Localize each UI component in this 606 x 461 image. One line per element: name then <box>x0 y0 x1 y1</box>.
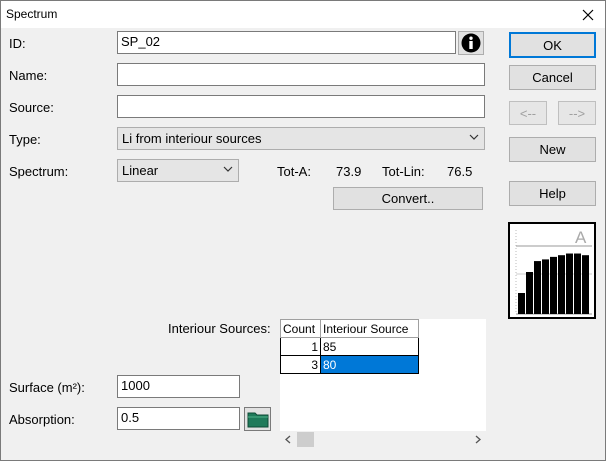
absorption-label: Absorption: <box>9 412 75 427</box>
spectrum-bar <box>558 255 565 314</box>
spectrum-bar <box>518 293 525 314</box>
chevron-left-icon[interactable] <box>284 435 292 444</box>
spectrum-bar <box>566 253 573 314</box>
title-bar: Spectrum <box>1 1 605 28</box>
absorption-value: 0.5 <box>121 410 140 425</box>
spectrum-bar <box>534 261 541 314</box>
id-field[interactable]: SP_02 <box>117 31 456 54</box>
chevron-down-icon <box>469 134 479 140</box>
spectrum-dialog: Spectrum ID: SP_02 Name: Source: Type: L… <box>0 0 606 461</box>
totlin-label: Tot-Lin: <box>382 164 425 179</box>
cancel-button[interactable]: Cancel <box>509 65 596 90</box>
spectrum-bar <box>550 256 557 314</box>
spectrum-preview: A <box>508 222 596 319</box>
spectrum-dropdown[interactable]: Linear <box>117 159 239 182</box>
spectrum-bar <box>582 255 589 314</box>
horizontal-scrollbar[interactable] <box>280 431 486 448</box>
absorption-field[interactable]: 0.5 <box>117 407 240 430</box>
spectrum-bar <box>542 259 549 314</box>
weighting-letter: A <box>575 228 587 247</box>
table-row[interactable]: 3 80 <box>280 355 419 374</box>
convert-button[interactable]: Convert.. <box>333 187 483 210</box>
folder-icon <box>247 412 268 428</box>
surface-label: Surface (m²): <box>9 380 85 395</box>
spectrum-chart: A <box>515 228 592 315</box>
sources-table: Count Interiour Source 1 85 3 80 <box>280 319 419 374</box>
count-cell[interactable]: 1 <box>280 337 321 356</box>
table-header-row: Count Interiour Source <box>280 319 419 338</box>
new-button[interactable]: New <box>509 137 596 162</box>
tota-value: 73.9 <box>336 164 362 179</box>
source-label: Source: <box>9 100 54 115</box>
scrollbar-thumb[interactable] <box>297 432 314 447</box>
interior-sources-grid[interactable]: Count Interiour Source 1 85 3 80 <box>280 319 486 431</box>
column-header-count[interactable]: Count <box>280 319 321 338</box>
close-button[interactable] <box>571 1 605 28</box>
id-label: ID: <box>9 36 26 51</box>
count-cell[interactable]: 3 <box>280 355 321 374</box>
chevron-right-icon[interactable] <box>474 435 482 444</box>
ok-button[interactable]: OK <box>509 32 596 58</box>
spectrum-label: Spectrum: <box>9 164 69 179</box>
browse-button[interactable] <box>244 407 271 431</box>
spectrum-value: Linear <box>122 163 159 178</box>
help-button[interactable]: Help <box>509 181 596 206</box>
totlin-value: 76.5 <box>447 164 473 179</box>
name-label: Name: <box>9 68 48 83</box>
column-header-source[interactable]: Interiour Source <box>320 319 419 338</box>
close-icon <box>582 9 594 20</box>
type-value: Li from interiour sources <box>122 131 262 146</box>
name-field[interactable] <box>117 63 485 86</box>
next-button[interactable]: --> <box>558 101 596 125</box>
info-button[interactable] <box>458 31 484 55</box>
id-value: SP_02 <box>121 34 161 49</box>
surface-field[interactable]: 1000 <box>117 375 240 398</box>
type-label: Type: <box>9 132 41 147</box>
source-cell[interactable]: 80 <box>320 355 419 374</box>
table-row[interactable]: 1 85 <box>280 337 419 356</box>
source-cell[interactable]: 85 <box>320 337 419 356</box>
interior-sources-label: Interiour Sources: <box>168 321 271 336</box>
type-dropdown[interactable]: Li from interiour sources <box>117 127 485 150</box>
tota-label: Tot-A: <box>277 164 311 179</box>
spectrum-bar <box>574 253 581 314</box>
chevron-down-icon <box>223 166 233 172</box>
info-icon <box>461 33 481 53</box>
window-title: Spectrum <box>6 7 58 21</box>
source-field[interactable] <box>117 95 485 118</box>
surface-value: 1000 <box>121 378 150 393</box>
previous-button[interactable]: <-- <box>509 101 547 125</box>
spectrum-bar <box>526 272 533 314</box>
